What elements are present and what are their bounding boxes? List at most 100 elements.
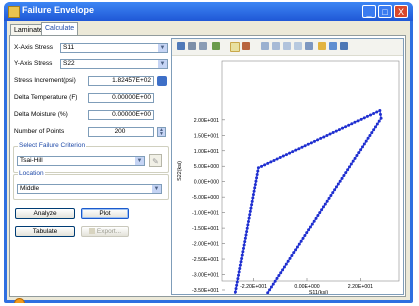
envelope-point bbox=[275, 276, 279, 280]
x-axis-label: X-Axis Stress bbox=[14, 44, 54, 51]
y-tick-label: -5.00E+000 bbox=[192, 195, 219, 201]
envelope-point bbox=[325, 199, 329, 203]
envelope-point bbox=[312, 219, 316, 223]
envelope-point bbox=[372, 111, 376, 115]
envelope-point bbox=[336, 182, 340, 186]
failure-envelope-chart: 2.00E+001 1.50E+001 1.00E+001 5.00E+000 0.00… bbox=[177, 60, 400, 294]
envelope-point bbox=[309, 141, 313, 145]
failure-criterion-value: Tsai-Hill bbox=[20, 157, 43, 164]
zoom-in-icon[interactable] bbox=[261, 42, 269, 50]
plot-toolbar bbox=[172, 39, 403, 56]
spinner-icon[interactable]: ▲ ▼ bbox=[157, 127, 166, 137]
location-select[interactable]: Middle ▼ bbox=[17, 184, 162, 194]
envelope-point bbox=[234, 287, 238, 291]
tab-calculate[interactable]: Calculate bbox=[41, 22, 79, 36]
x-axis-select[interactable]: S11 ▼ bbox=[60, 43, 168, 53]
envelope-point bbox=[375, 110, 379, 114]
y-axis-select[interactable]: S22 ▼ bbox=[60, 59, 168, 69]
envelope-point bbox=[373, 125, 377, 129]
envelope-point bbox=[307, 228, 311, 232]
envelope-point bbox=[243, 240, 247, 244]
envelope-point bbox=[294, 248, 298, 252]
chevron-down-icon[interactable]: ▼ bbox=[152, 185, 161, 193]
calculator-icon[interactable] bbox=[157, 76, 167, 86]
envelope-point bbox=[344, 171, 348, 175]
envelope-point bbox=[245, 226, 249, 230]
plot-frame bbox=[221, 60, 400, 282]
envelope-point bbox=[260, 164, 264, 168]
number-of-points-field[interactable]: 200 bbox=[88, 127, 154, 137]
stress-increment-field[interactable]: 1.82457E+02 bbox=[88, 76, 154, 86]
zoom-out-icon[interactable] bbox=[272, 42, 280, 50]
pencil-icon[interactable]: ✎ bbox=[149, 154, 162, 167]
chevron-down-icon[interactable]: ▼ bbox=[158, 44, 167, 52]
settings-icon[interactable] bbox=[318, 42, 326, 50]
failure-criterion-group: Select Failure Criterion Tsai-Hill ▼ ✎ bbox=[13, 142, 169, 173]
envelope-point bbox=[362, 116, 366, 120]
envelope-point bbox=[378, 109, 382, 113]
x-axis-label: S11(ksi) bbox=[309, 290, 329, 294]
y-tick-label: 1.50E+001 bbox=[194, 133, 219, 139]
delta-temperature-field[interactable]: 0.00000E+00 bbox=[88, 93, 154, 103]
envelope-point bbox=[353, 120, 357, 124]
envelope-point bbox=[235, 280, 239, 284]
envelope-point bbox=[237, 273, 241, 277]
envelope-point bbox=[263, 163, 267, 167]
delta-moisture-field[interactable]: 0.00000E+00 bbox=[88, 110, 154, 120]
envelope-point bbox=[244, 233, 248, 237]
select-icon[interactable] bbox=[230, 42, 240, 52]
y-tick-label: -2.50E+001 bbox=[192, 257, 219, 263]
palette-icon[interactable] bbox=[242, 42, 250, 50]
envelope-point bbox=[355, 153, 359, 157]
envelope-point bbox=[284, 153, 288, 157]
failure-envelope-window: Failure Envelope _ □ X Laminate Calculat… bbox=[4, 2, 413, 303]
rotate-icon[interactable] bbox=[294, 42, 302, 50]
envelope-point bbox=[328, 132, 332, 136]
number-of-points-label: Number of Points bbox=[14, 128, 65, 135]
plot-button[interactable]: Plot bbox=[81, 208, 129, 219]
envelope-point bbox=[344, 125, 348, 129]
envelope-point bbox=[297, 147, 301, 151]
close-button[interactable]: X bbox=[394, 5, 408, 18]
minimize-button[interactable]: _ bbox=[362, 5, 376, 18]
stress-increment-label: Stress Increment(psi) bbox=[14, 77, 76, 84]
window-title: Failure Envelope bbox=[22, 5, 95, 15]
envelope-point bbox=[297, 242, 301, 246]
pan-icon[interactable] bbox=[283, 42, 291, 50]
tabulate-button[interactable]: Tabulate bbox=[15, 226, 75, 237]
envelope-point bbox=[251, 193, 255, 197]
maximize-button[interactable]: □ bbox=[378, 5, 392, 18]
copy-icon[interactable] bbox=[188, 42, 196, 50]
chevron-down-icon[interactable]: ▼ bbox=[135, 157, 144, 165]
envelope-point bbox=[379, 116, 383, 120]
envelope-point bbox=[236, 277, 240, 281]
print-icon[interactable] bbox=[199, 42, 207, 50]
grid-icon[interactable] bbox=[329, 42, 337, 50]
failure-criterion-select[interactable]: Tsai-Hill ▼ bbox=[17, 156, 145, 166]
envelope-point bbox=[239, 260, 243, 264]
envelope-point bbox=[338, 179, 342, 183]
export-button[interactable]: Export... bbox=[81, 226, 129, 237]
analyze-button[interactable]: Analyze bbox=[15, 208, 75, 219]
failure-criterion-group-label: Select Failure Criterion bbox=[18, 142, 87, 149]
envelope-point bbox=[245, 230, 249, 234]
envelope-point bbox=[268, 288, 272, 292]
envelope-point bbox=[337, 128, 341, 132]
y-axis-label: Y-Axis Stress bbox=[14, 60, 53, 67]
title-bar[interactable]: Failure Envelope _ □ X bbox=[4, 2, 413, 21]
envelope-point bbox=[254, 179, 258, 183]
data-table-icon[interactable] bbox=[340, 42, 348, 50]
envelope-point bbox=[253, 186, 257, 190]
chevron-down-icon[interactable]: ▼ bbox=[158, 60, 167, 68]
help-button[interactable] bbox=[14, 298, 25, 303]
chart-icon[interactable] bbox=[177, 42, 185, 50]
envelope-point bbox=[248, 213, 252, 217]
envelope-point bbox=[286, 259, 290, 263]
export-icon bbox=[88, 228, 95, 234]
legend-icon[interactable] bbox=[305, 42, 313, 50]
envelope-point bbox=[240, 256, 244, 260]
envelope-point bbox=[246, 220, 250, 224]
envelope-point bbox=[301, 236, 305, 240]
image-icon[interactable] bbox=[212, 42, 220, 50]
envelope-point bbox=[312, 139, 316, 143]
